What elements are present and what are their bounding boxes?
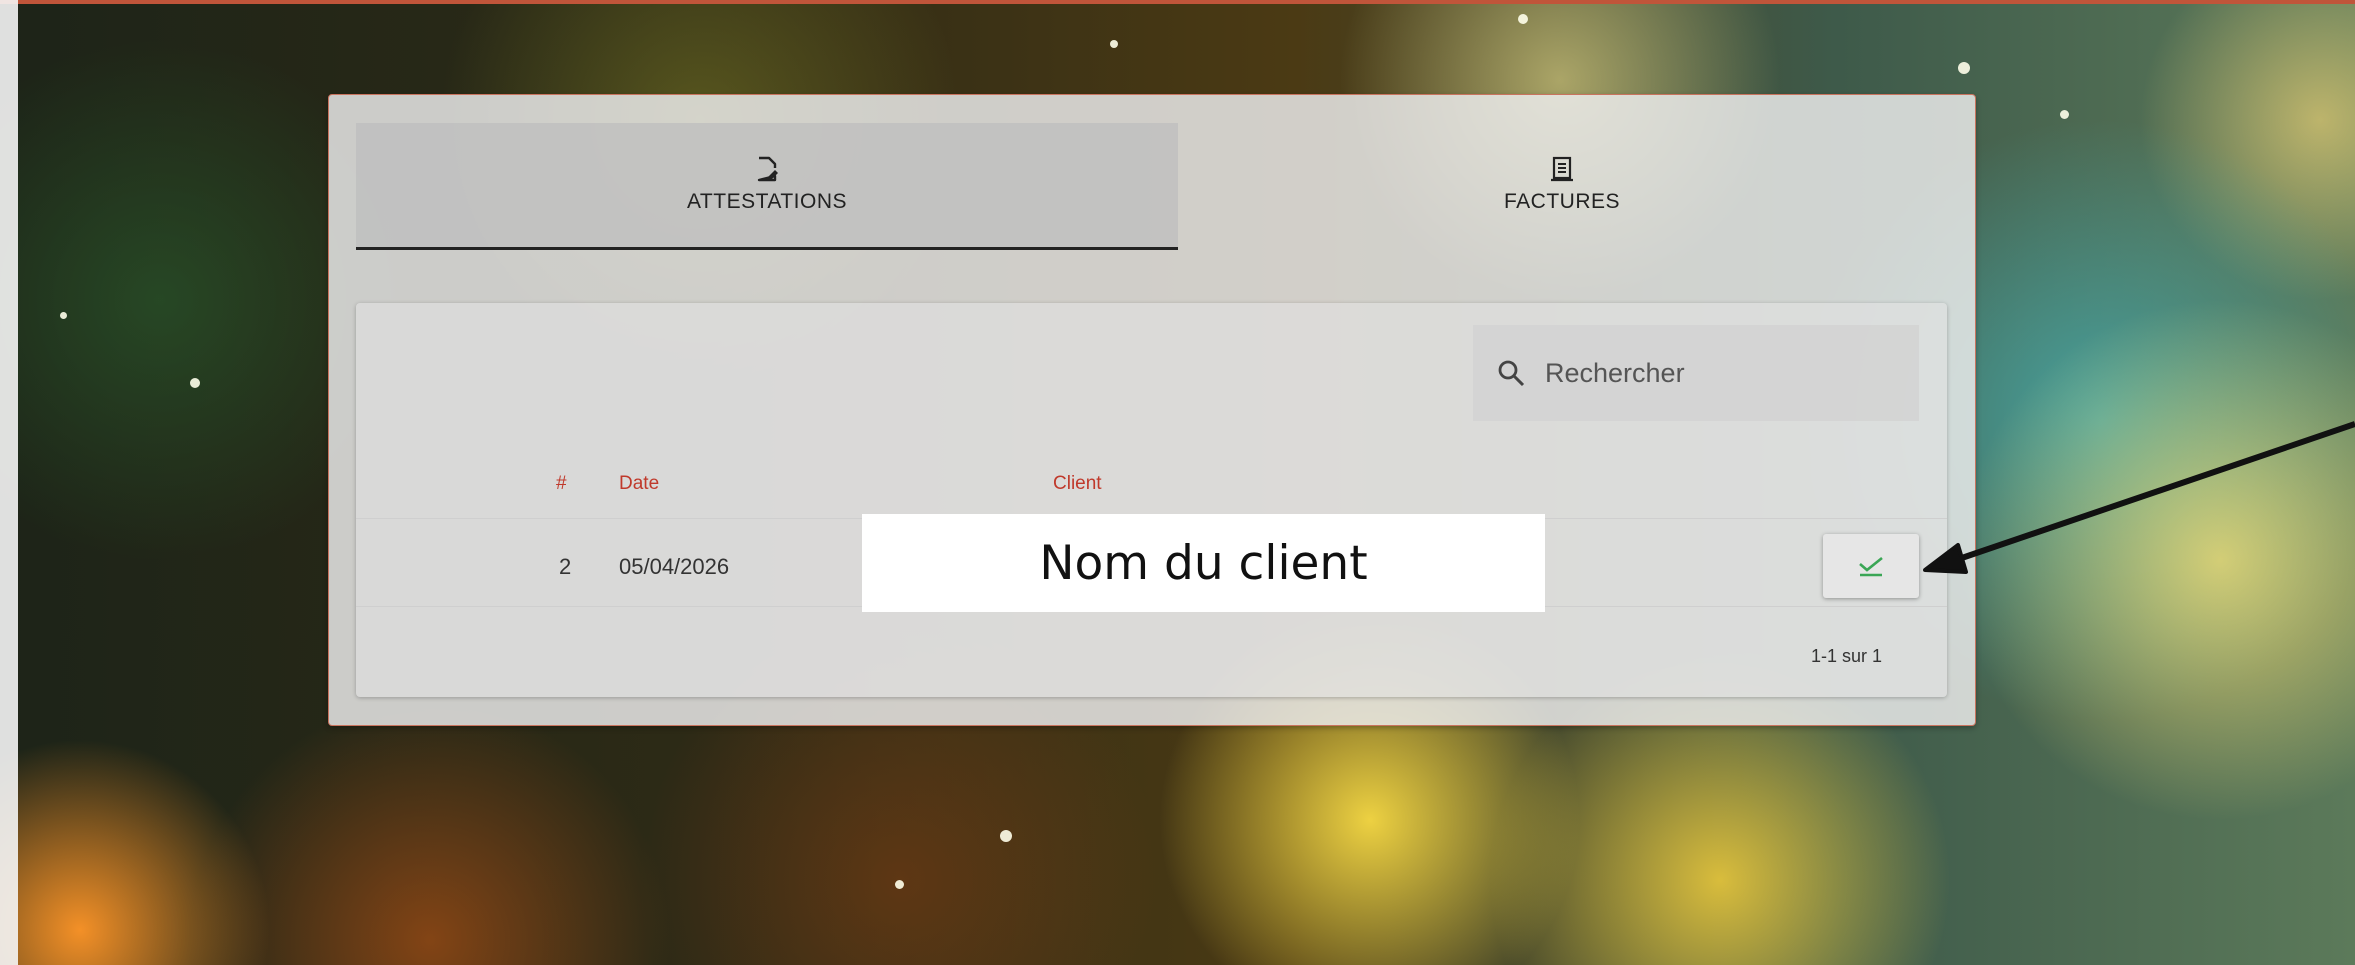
pointer-arrow: [1923, 421, 2355, 574]
